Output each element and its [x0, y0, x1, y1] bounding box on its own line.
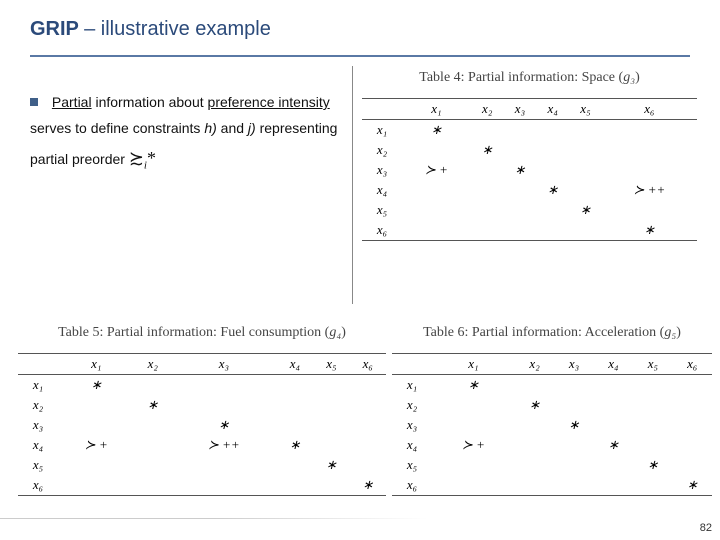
body-seg-1: Partial	[52, 94, 92, 110]
table-5: x₁x₂x₃x₄x₅x₆ x₁∗ x₂∗ x₃∗ x₄≻ +≻ ++∗ x₅∗ …	[18, 353, 386, 496]
title-underline	[30, 55, 690, 57]
body-seg-3: preference intensity	[208, 94, 330, 110]
table-5-caption: Table 5: Partial information: Fuel consu…	[18, 325, 386, 341]
table-5-area: Table 5: Partial information: Fuel consu…	[18, 325, 386, 496]
table-4-area: Table 4: Partial information: Space (g₃)…	[362, 70, 697, 241]
slide-title: GRIP – illustrative example	[0, 0, 720, 41]
table-4: x₁x₂x₃x₄x₅x₆ x₁∗ x₂∗ x₃≻ +∗ x₄∗≻ ++ x₅∗ …	[362, 98, 697, 241]
body-seg-4: serves to define constraints	[30, 120, 204, 136]
page-number: 82	[0, 518, 712, 534]
symbol-preorder: ≿i*	[129, 148, 156, 168]
table-6: x₁x₂x₃x₄x₅x₆ x₁∗ x₂∗ x₃∗ x₄≻ +∗ x₅∗ x₆∗	[392, 353, 712, 496]
body-seg-5: h)	[204, 120, 216, 136]
body-seg-6: and	[221, 120, 248, 136]
body-seg-7: j)	[248, 120, 256, 136]
title-light: – illustrative example	[84, 18, 271, 40]
body-text: Partial information about preference int…	[30, 90, 340, 176]
table-6-area: Table 6: Partial information: Accelerati…	[392, 325, 712, 496]
bullet-icon	[30, 98, 38, 106]
table-6-caption: Table 6: Partial information: Accelerati…	[392, 325, 712, 341]
vertical-separator	[352, 66, 353, 304]
title-strong: GRIP	[30, 18, 79, 40]
body-seg-2: information about	[95, 94, 207, 110]
table-4-caption: Table 4: Partial information: Space (g₃)	[362, 70, 697, 86]
